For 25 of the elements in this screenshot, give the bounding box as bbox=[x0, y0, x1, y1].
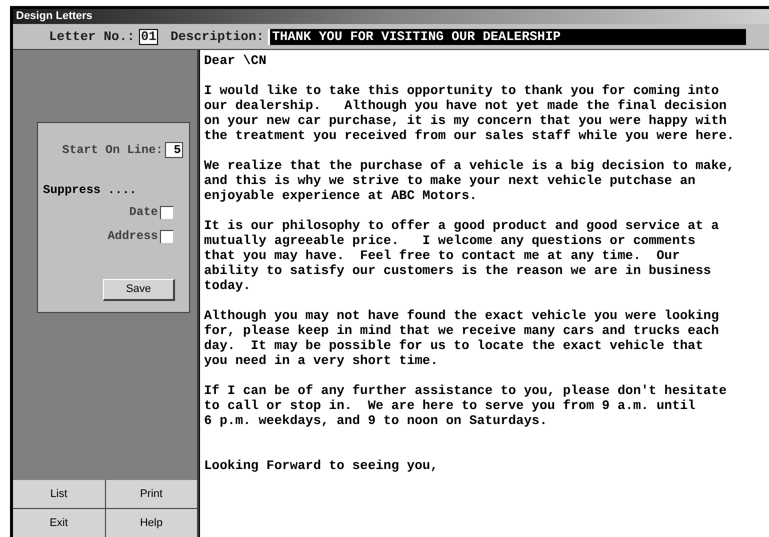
letter-paragraph: I would like to take this opportunity to thank you for coming into our dealership. Although you have not yet made the final decision on your new car purchase, it is my concern that you were happy with the treatment you received from our sales staff while you were here. bbox=[204, 83, 736, 143]
checkbox[interactable] bbox=[160, 206, 173, 218]
checkbox[interactable] bbox=[160, 230, 173, 242]
letter-paragraph: We realize that the purchase of a vehicle is a big decision to make, and this is why we strive to make your next vehicle putchase an enjoyable experience at ABC Motors. bbox=[204, 158, 736, 203]
start-line-label: Start On Line: bbox=[62, 142, 163, 159]
save-button[interactable]: Save bbox=[103, 279, 175, 301]
command-button[interactable]: List bbox=[13, 480, 104, 508]
letter-editor[interactable] bbox=[199, 50, 769, 537]
start-line-field[interactable]: 5 bbox=[165, 142, 183, 158]
checkbox-label: Date bbox=[129, 204, 158, 221]
command-button[interactable]: Help bbox=[106, 509, 197, 537]
command-button[interactable]: Exit bbox=[13, 509, 104, 537]
letter-number-field[interactable]: 01 bbox=[138, 28, 158, 44]
letter-closing: Looking Forward to seeing you, bbox=[204, 458, 440, 473]
checkbox-label: Address bbox=[108, 228, 158, 245]
letter-paragraph: It is our philosophy to offer a good product and good service at a mutually agreeable price. I welcome any questions or comments that you may have. Feel free to contact me at any time. Our ability to satisfy our customers is the reason we are in business today. bbox=[204, 218, 720, 293]
command-button[interactable]: Print bbox=[106, 480, 197, 508]
suppress-label: Suppress .... bbox=[43, 182, 138, 199]
letter-number-label: Letter No.: bbox=[49, 28, 135, 46]
window-title: Design Letters bbox=[13, 9, 769, 24]
description-field[interactable]: THANK YOU FOR VISITING OUR DEALERSHIP bbox=[268, 28, 746, 44]
letter-paragraph: Although you may not have found the exact vehicle you were looking for, please keep in mind that we receive many cars and trucks each day. It may be possible for us to locate the exact vehicle that you need in a very short time. bbox=[204, 308, 720, 368]
letter-paragraph: If I can be of any further assistance to you, please don't hesitate to call or stop in. We are here to serve you from 9 a.m. until 6 p.m. weekdays, and 9 to noon on Saturdays. bbox=[204, 383, 728, 428]
description-label: Description: bbox=[170, 28, 264, 46]
letter-salutation: Dear \CN bbox=[204, 53, 268, 68]
